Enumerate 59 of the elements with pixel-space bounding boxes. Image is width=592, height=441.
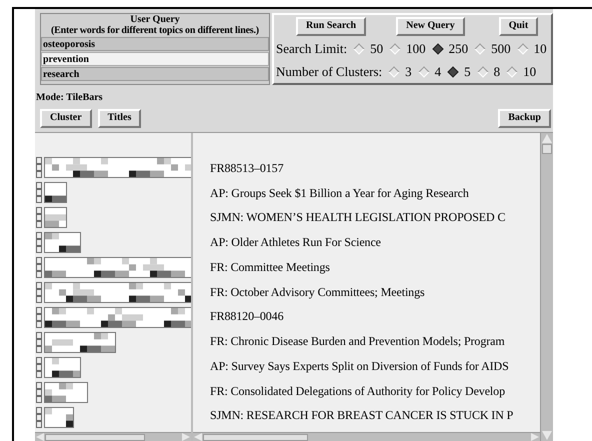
view-button[interactable]: Titles [98, 108, 142, 128]
radio-button[interactable] [474, 43, 486, 55]
radio-button[interactable] [506, 66, 518, 78]
result-title[interactable]: FR: Consolidated Delegations of Authority for Policy Develop [210, 382, 540, 408]
view-button[interactable]: Cluster [40, 108, 92, 128]
radio-label: 5 [464, 63, 471, 82]
result-title[interactable]: AP: Groups Seek $1 Billion a Year for Aging Research [210, 184, 540, 210]
tilebar-drawing [44, 332, 116, 353]
result-title[interactable]: SJMN: RESEARCH FOR BREAST CANCER IS STUCK IN P [210, 407, 540, 432]
radio-button[interactable] [516, 43, 528, 55]
result-title[interactable]: AP: Older Athletes Run For Science [210, 234, 540, 259]
scroll-thumb[interactable] [203, 434, 308, 441]
result-title[interactable]: FR88120–0046 [210, 308, 540, 334]
tilebar-drawing [44, 407, 74, 428]
result-title[interactable]: FR: Committee Meetings [210, 258, 540, 284]
radio-button[interactable] [388, 66, 400, 78]
scroll-thumb[interactable] [45, 434, 145, 441]
query-input[interactable]: osteoporosis [41, 37, 269, 51]
tilebar-drawing [44, 232, 81, 253]
radio-label: 50 [370, 40, 384, 58]
radio-button[interactable] [418, 66, 430, 78]
horizontal-scrollbar[interactable] [193, 432, 540, 441]
radio-label: 8 [494, 63, 500, 82]
radio-label: 250 [448, 40, 468, 58]
tilebar-drawing [44, 207, 67, 228]
horizontal-scrollbar[interactable] [35, 432, 191, 441]
tilebar-drawing [44, 182, 67, 203]
toolbar-button[interactable]: Run Search [296, 16, 366, 36]
toolbar-button[interactable]: Quit [498, 16, 538, 36]
radio-button[interactable] [448, 66, 459, 78]
result-title[interactable]: FR: October Advisory Committees; Meetings [210, 284, 540, 308]
clusters-label: Number of Clusters: [276, 63, 382, 82]
radio-label: 10 [534, 40, 547, 58]
radio-button[interactable] [353, 43, 365, 55]
mode-label: Mode: TileBars [36, 92, 104, 104]
result-title[interactable]: FR: Chronic Disease Burden and Prevention Models; Program [210, 333, 540, 358]
backup-button[interactable]: Backup [498, 108, 551, 128]
radio-button[interactable] [477, 66, 488, 78]
query-input[interactable]: prevention [41, 52, 269, 66]
radio-label: 10 [523, 63, 536, 82]
tilebar-drawing [44, 357, 81, 378]
radio-label: 4 [434, 63, 442, 82]
toolbar-button[interactable]: New Query [396, 16, 465, 36]
tilebar-drawing [44, 382, 88, 403]
vertical-scrollbar[interactable] [540, 133, 553, 441]
query-title: User Query [129, 15, 181, 25]
search-limit-label: Search Limit: [276, 40, 348, 58]
down-arrow-icon[interactable] [542, 431, 552, 440]
query-input[interactable]: research [41, 67, 269, 81]
query-hint: (Enter words for different topics on different lines.) [50, 25, 260, 36]
result-title[interactable]: FR88513–0157 [210, 160, 540, 185]
result-title[interactable]: AP: Survey Says Experts Split on Diversion of Funds for AIDS [210, 358, 540, 383]
result-title[interactable]: SJMN: WOMEN’S HEALTH LEGISLATION PROPOSED C [210, 209, 540, 234]
radio-label: 500 [491, 40, 511, 58]
radio-button[interactable] [432, 43, 444, 55]
scroll-thumb[interactable] [542, 144, 552, 154]
radio-button[interactable] [389, 43, 401, 55]
radio-label: 3 [405, 63, 412, 82]
radio-label: 100 [406, 40, 426, 58]
